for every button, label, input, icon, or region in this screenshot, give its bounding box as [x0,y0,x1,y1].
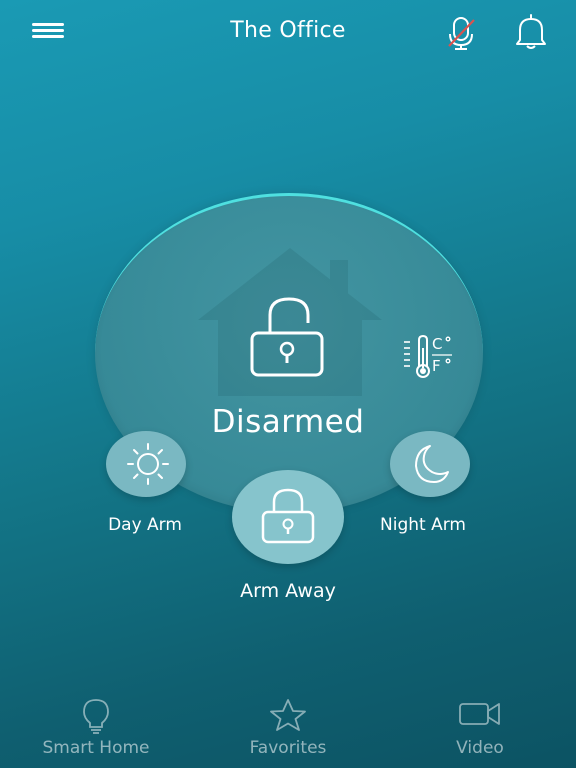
thermometer-celsius-fahrenheit-icon: C F [404,334,452,378]
arm-away-label: Arm Away [240,580,336,602]
microphone-muted-icon [448,17,475,50]
menu-button[interactable] [28,16,68,46]
night-arm-label: Night Arm [380,515,466,535]
arm-away-button[interactable] [232,470,344,564]
night-arm-button[interactable] [390,431,470,497]
lightbulb-icon [83,699,109,734]
nav-favorites-label: Favorites [249,738,327,758]
page-title: The Office [230,18,346,43]
star-icon [270,699,306,731]
day-arm-button[interactable] [106,431,186,497]
temperature-button[interactable]: C F [400,332,458,382]
microphone-button[interactable] [444,14,478,52]
nav-smart-home-label: Smart Home [42,738,150,758]
crescent-moon-icon [415,445,449,483]
nav-video[interactable]: Video [440,696,520,762]
notifications-button[interactable] [512,13,550,51]
nav-smart-home[interactable]: Smart Home [30,696,162,762]
disarm-lock-button[interactable] [248,295,326,379]
hamburger-menu-icon [32,23,64,26]
day-arm-label: Day Arm [108,515,182,535]
nav-video-label: Video [456,738,504,758]
security-state-label: Disarmed [211,404,365,440]
sun-icon [127,443,169,485]
svg-text:C: C [432,335,442,353]
unlocked-padlock-icon [250,297,324,377]
locked-padlock-icon [261,488,315,544]
video-camera-icon [459,703,500,725]
bell-icon [516,14,546,49]
svg-text:F: F [432,357,441,375]
nav-favorites[interactable]: Favorites [230,696,346,762]
